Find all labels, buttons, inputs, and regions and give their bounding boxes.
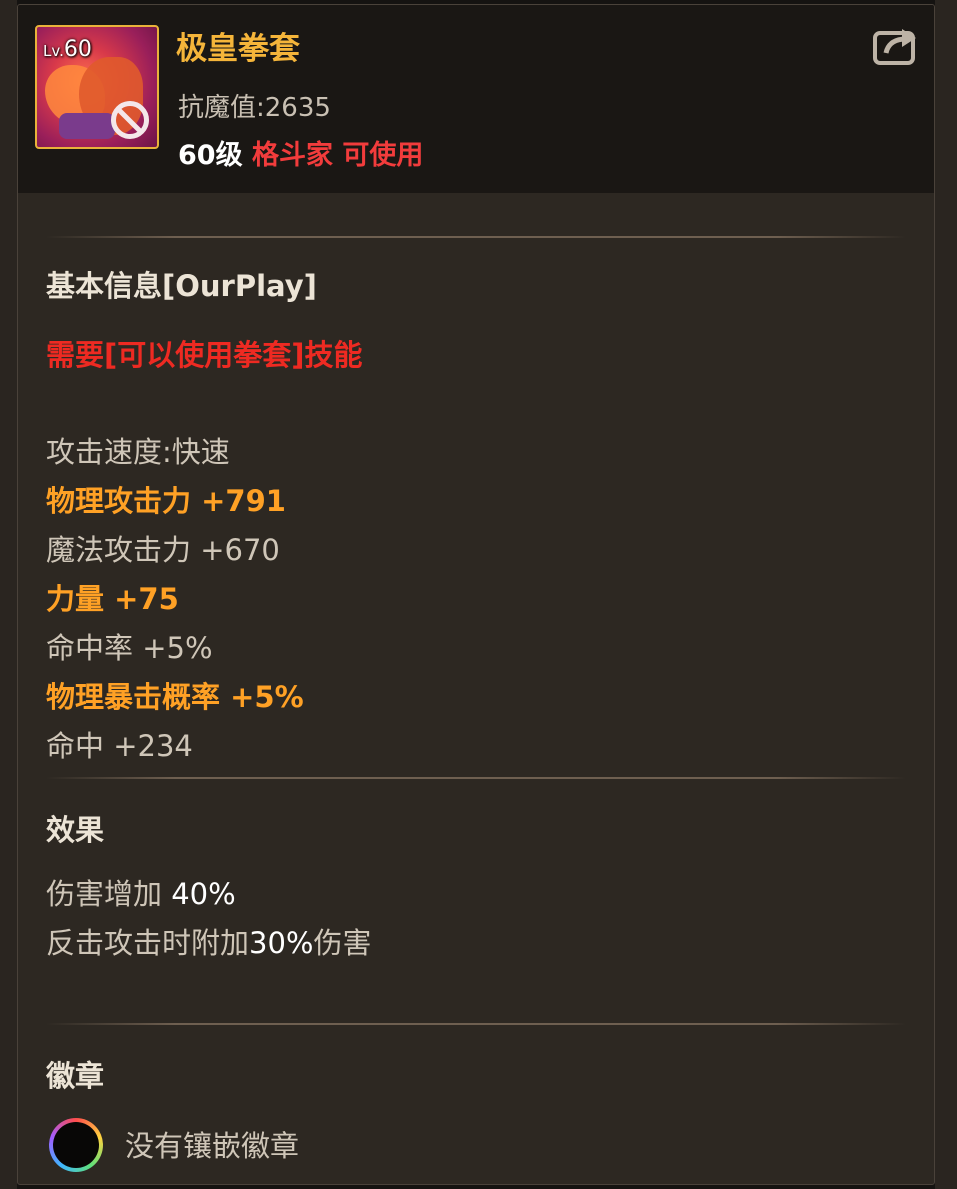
item-level-badge: Lv.60 [43, 37, 92, 62]
skill-requirement: 需要[可以使用拳套]技能 [46, 338, 363, 372]
effect-counter-damage: 反击攻击时附加30%伤害 [46, 926, 372, 960]
badge-empty-text: 没有镶嵌徽章 [125, 1129, 300, 1163]
tooltip-header: Lv.60 极皇拳套 抗魔值:2635 60级 格斗家 可使用 [18, 5, 934, 193]
share-icon [873, 29, 916, 65]
item-name: 极皇拳套 [176, 31, 300, 67]
divider [46, 777, 906, 779]
fist-glove-icon: Lv.60 [35, 25, 159, 149]
empty-badge-slot-icon [49, 1118, 103, 1172]
divider [46, 236, 906, 238]
basic-info-title: 基本信息[OurPlay] [46, 269, 317, 303]
stat-physical-crit: 物理暴击概率 +5% [46, 680, 304, 714]
required-class: 格斗家 可使用 [251, 140, 424, 171]
item-tooltip: Lv.60 极皇拳套 抗魔值:2635 60级 格斗家 可使用 基本信息[Our… [17, 4, 935, 1185]
share-button[interactable] [872, 25, 920, 67]
stat-magic-attack: 魔法攻击力 +670 [46, 533, 280, 567]
stat-physical-attack: 物理攻击力 +791 [46, 484, 286, 518]
stat-accuracy: 命中 +234 [46, 729, 193, 763]
effect-title: 效果 [46, 813, 105, 847]
badge-title: 徽章 [46, 1059, 105, 1093]
item-requirement: 60级 格斗家 可使用 [178, 133, 423, 172]
required-level: 60级 [178, 140, 243, 171]
effect-damage-increase: 伤害增加 40% [46, 877, 236, 911]
divider [46, 1023, 906, 1025]
stat-attack-speed: 攻击速度:快速 [46, 435, 230, 469]
stat-hit-rate: 命中率 +5% [46, 631, 213, 665]
magic-resist-value: 抗魔值:2635 [178, 93, 331, 123]
forbidden-icon [111, 101, 149, 139]
stat-strength: 力量 +75 [46, 582, 179, 616]
